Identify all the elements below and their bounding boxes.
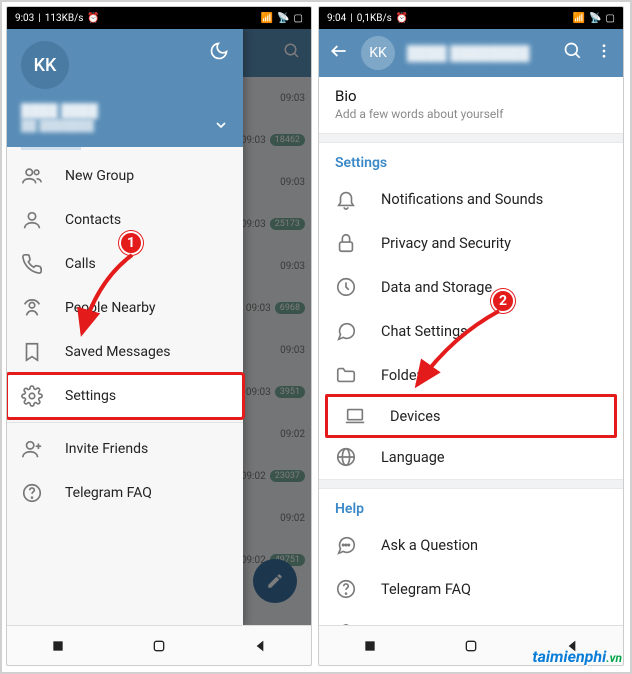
person-icon (21, 209, 43, 231)
account-phone: ██ ███████ (21, 119, 229, 132)
laptop-icon (344, 405, 366, 427)
search-icon[interactable] (563, 41, 583, 65)
nav-drawer: KK ████ ████ ██ ███████ New Group Contac… (7, 29, 243, 627)
avatar[interactable]: KK (21, 41, 69, 89)
item-label: Telegram FAQ (381, 581, 471, 598)
item-chat-settings[interactable]: Chat Settings (319, 309, 623, 353)
nav-people-nearby[interactable]: People Nearby (7, 286, 243, 330)
recent-apps-icon[interactable] (50, 638, 66, 654)
battery-icon: ▢ (294, 13, 303, 24)
globe-icon (335, 446, 357, 468)
bio-subtitle: Add a few words about yourself (335, 107, 607, 121)
item-devices[interactable]: Devices (325, 394, 617, 438)
chevron-down-icon[interactable] (213, 117, 229, 137)
gear-icon (21, 385, 43, 407)
people-icon (21, 165, 43, 187)
item-label: Data and Storage (381, 279, 492, 296)
help-icon (21, 482, 43, 504)
item-label: Folders (381, 367, 429, 384)
nav-label: Contacts (65, 212, 121, 228)
item-notifications[interactable]: Notifications and Sounds (319, 177, 623, 221)
signal-icon: 📶 (573, 13, 585, 24)
account-title: ████ ████████ (407, 45, 551, 62)
phone-left: 9:03 | 113KB/s ⏰ 📶 📡 ▢ 09:03 09:0318462 … (6, 6, 312, 666)
bio-title: Bio (335, 87, 607, 105)
recent-apps-icon[interactable] (362, 638, 378, 654)
nearby-icon (21, 297, 43, 319)
item-label: Notifications and Sounds (381, 191, 543, 208)
nav-telegram-faq[interactable]: Telegram FAQ (7, 471, 243, 515)
nav-label: New Group (65, 168, 134, 184)
settings-appbar: KK ████ ████████ (319, 29, 623, 77)
account-name: ████ ████ (21, 103, 229, 119)
section-header-help: Help (319, 489, 623, 523)
status-time: 9:03 (15, 13, 34, 24)
back-arrow-icon[interactable] (329, 41, 349, 65)
nav-label: Saved Messages (65, 344, 171, 360)
battery-icon: ▢ (606, 13, 615, 24)
status-net: 113KB/s (45, 13, 84, 24)
status-net: 0,1KB/s (357, 13, 392, 24)
android-navbar (7, 625, 311, 665)
wifi-icon: 📡 (277, 13, 289, 24)
item-label: Language (381, 449, 445, 466)
bell-icon (335, 188, 357, 210)
chat-icon (335, 320, 357, 342)
status-time: 9:04 (327, 13, 346, 24)
nav-label: People Nearby (65, 300, 156, 316)
nav-label: Settings (65, 388, 116, 404)
lock-icon (335, 232, 357, 254)
nav-calls[interactable]: Calls (7, 242, 243, 286)
nav-settings[interactable]: Settings (7, 374, 243, 418)
phone-icon (21, 253, 43, 275)
item-label: Devices (390, 408, 440, 425)
chat-dots-icon (335, 534, 357, 556)
nav-contacts[interactable]: Contacts (7, 198, 243, 242)
item-privacy[interactable]: Privacy and Security (319, 221, 623, 265)
alarm-icon: ⏰ (87, 13, 99, 24)
item-data-storage[interactable]: Data and Storage (319, 265, 623, 309)
folder-icon (335, 364, 357, 386)
nav-invite-friends[interactable]: Invite Friends (7, 427, 243, 471)
home-icon[interactable] (463, 638, 479, 654)
signal-icon: 📶 (261, 13, 273, 24)
data-icon (335, 276, 357, 298)
item-folders[interactable]: Folders (319, 353, 623, 397)
item-label: Privacy and Security (381, 235, 511, 252)
nav-label: Invite Friends (65, 441, 148, 457)
section-header-settings: Settings (319, 143, 623, 177)
help-icon (335, 578, 357, 600)
drawer-header: KK ████ ████ ██ ███████ (7, 29, 243, 147)
bookmark-icon (21, 341, 43, 363)
item-label: Ask a Question (381, 537, 478, 554)
phone-right: 9:04 | 0,1KB/s ⏰ 📶 📡 ▢ KK ████ ████████ … (318, 6, 624, 666)
more-icon[interactable] (595, 42, 613, 64)
avatar[interactable]: KK (361, 36, 395, 70)
night-mode-icon[interactable] (209, 41, 229, 65)
item-language[interactable]: Language (319, 435, 623, 479)
nav-saved-messages[interactable]: Saved Messages (7, 330, 243, 374)
add-person-icon (21, 438, 43, 460)
nav-label: Calls (65, 256, 96, 272)
status-bar: 9:03 | 113KB/s ⏰ 📶 📡 ▢ (7, 7, 311, 29)
item-ask-question[interactable]: Ask a Question (319, 523, 623, 567)
item-label: Chat Settings (381, 323, 468, 340)
nav-label: Telegram FAQ (65, 485, 152, 501)
alarm-icon: ⏰ (396, 13, 408, 24)
nav-new-group[interactable]: New Group (7, 154, 243, 198)
bio-section[interactable]: Bio Add a few words about yourself (319, 77, 623, 133)
item-faq[interactable]: Telegram FAQ (319, 567, 623, 611)
watermark: taimienphi.vn (532, 647, 622, 666)
home-icon[interactable] (151, 638, 167, 654)
wifi-icon: 📡 (589, 13, 601, 24)
back-icon[interactable] (252, 638, 268, 654)
status-bar: 9:04 | 0,1KB/s ⏰ 📶 📡 ▢ (319, 7, 623, 29)
